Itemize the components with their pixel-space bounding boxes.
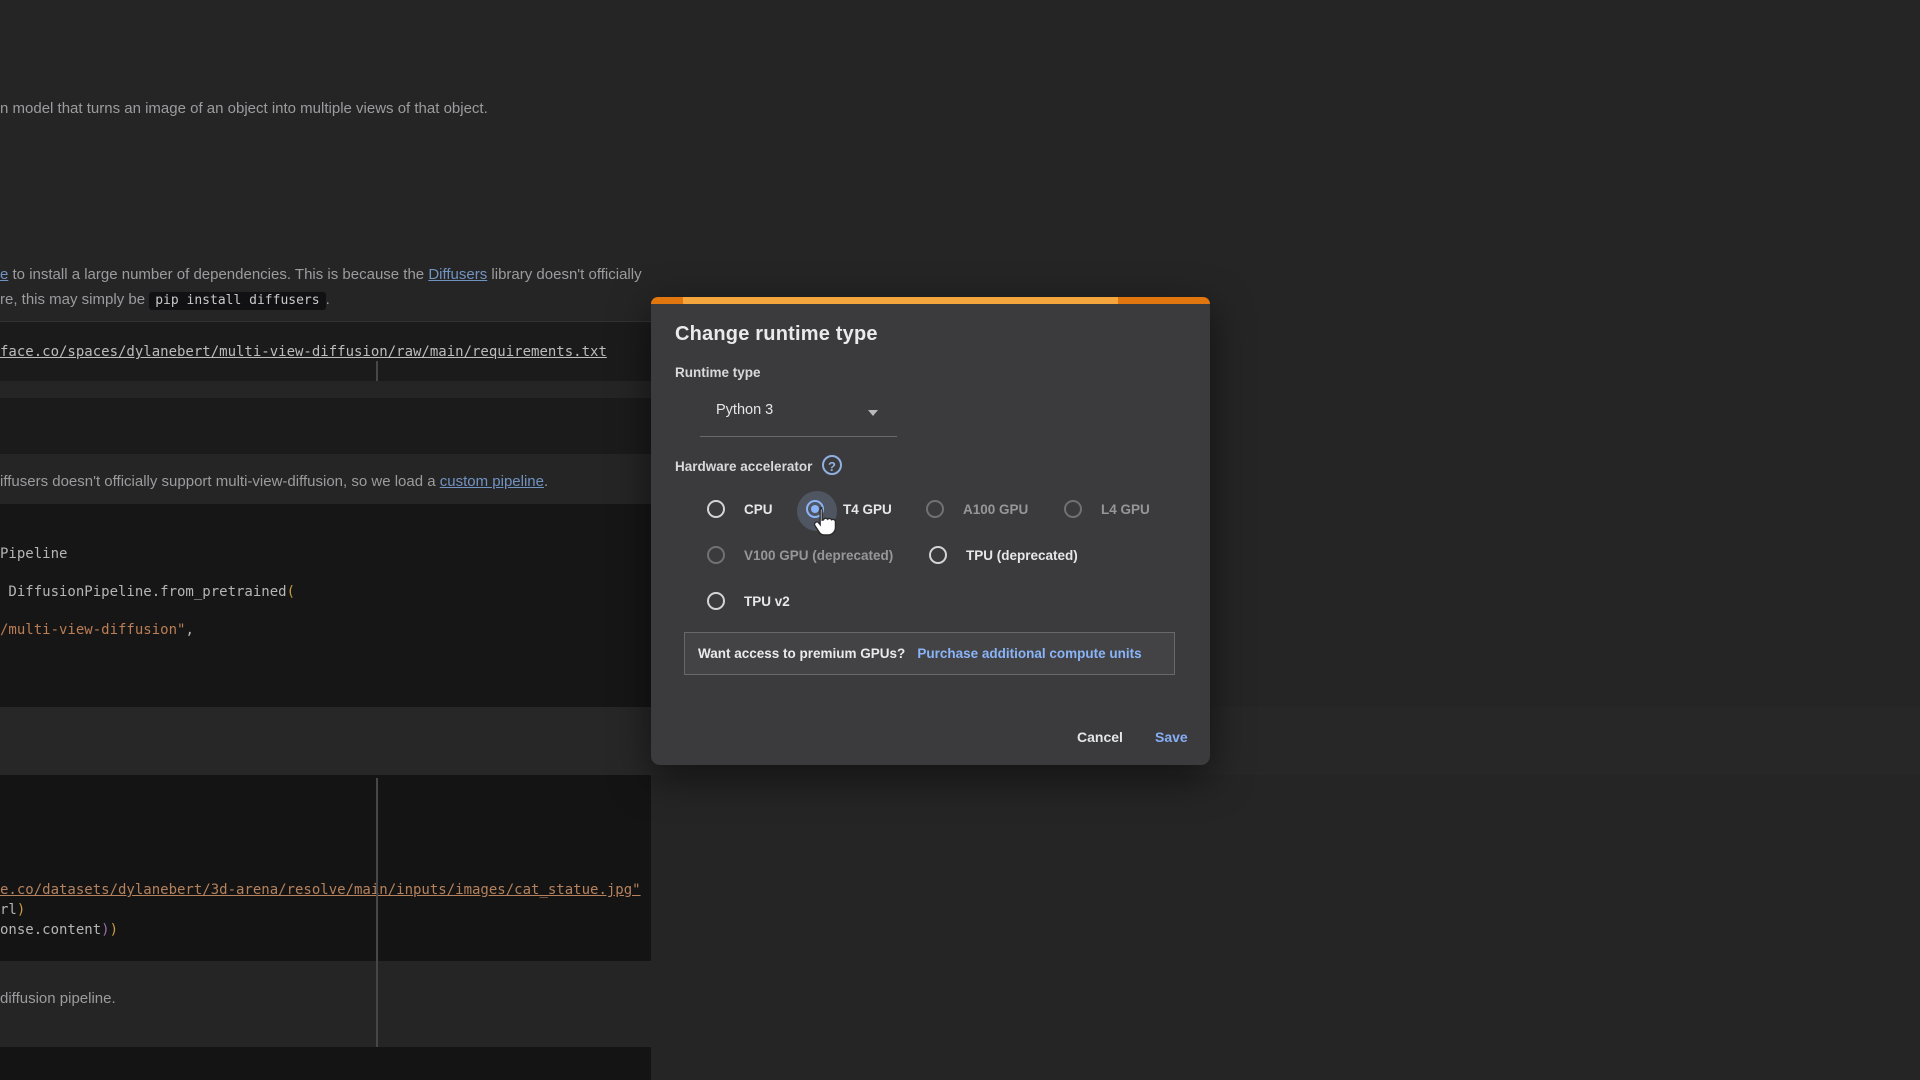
radio-option-tpu-v2[interactable]: TPU v2 bbox=[707, 581, 790, 621]
notebook-paragraph-line1: e to install a large number of dependenc… bbox=[0, 266, 642, 283]
radio-icon bbox=[1064, 500, 1082, 518]
radio-label: TPU (deprecated) bbox=[966, 548, 1078, 563]
radio-option-a100-gpu[interactable]: A100 GPU bbox=[926, 489, 1028, 529]
paragraph-text: . bbox=[544, 473, 548, 490]
help-icon[interactable]: ? bbox=[822, 455, 842, 475]
notebook-paragraph-line3: iffusers doesn't officially support mult… bbox=[0, 473, 548, 490]
runtime-type-select[interactable]: Python 3 bbox=[700, 389, 897, 437]
code-cell-empty bbox=[0, 398, 651, 454]
code-line: rl) bbox=[0, 902, 25, 918]
code-line: e.co/datasets/dylanebert/3d-arena/resolv… bbox=[0, 882, 641, 898]
inline-code-chip: pip install diffusers bbox=[149, 292, 325, 310]
premium-gpu-banner: Want access to premium GPUs? Purchase ad… bbox=[684, 632, 1175, 675]
code-paren: ) bbox=[110, 922, 118, 938]
dialog-progress-bar bbox=[651, 297, 1210, 304]
code-text: DiffusionPipeline.from_pretrained bbox=[0, 584, 287, 600]
radio-icon-selected bbox=[806, 500, 824, 518]
change-runtime-type-dialog: Change runtime type Runtime type Python … bbox=[651, 297, 1210, 765]
notebook-markdown-line: n model that turns an image of an object… bbox=[0, 100, 488, 117]
code-line: Pipeline bbox=[0, 546, 67, 562]
code-paren: ) bbox=[101, 922, 109, 938]
image-url-string[interactable]: e.co/datasets/dylanebert/3d-arena/resolv… bbox=[0, 882, 641, 898]
radio-option-cpu[interactable]: CPU bbox=[707, 489, 773, 529]
code-cell-partial bbox=[0, 1047, 651, 1080]
hardware-accelerator-label: Hardware accelerator bbox=[675, 459, 812, 474]
cancel-button[interactable]: Cancel bbox=[1069, 721, 1131, 753]
chevron-down-icon bbox=[868, 410, 878, 416]
paragraph-text: to install a large number of dependencie… bbox=[8, 266, 428, 283]
radio-option-v100-gpu[interactable]: V100 GPU (deprecated) bbox=[707, 535, 893, 575]
code-string: /multi-view-diffusion" bbox=[0, 622, 185, 638]
cell-divider-line bbox=[376, 778, 378, 1080]
radio-option-l4-gpu[interactable]: L4 GPU bbox=[1064, 489, 1150, 529]
cell-divider-line bbox=[376, 361, 378, 381]
paragraph-text: iffusers doesn't officially support mult… bbox=[0, 473, 440, 490]
radio-label: V100 GPU (deprecated) bbox=[744, 548, 893, 563]
code-text: , bbox=[185, 622, 193, 638]
progress-bar-segment bbox=[651, 297, 683, 304]
code-paren: ) bbox=[17, 902, 25, 918]
runtime-type-label: Runtime type bbox=[675, 365, 761, 380]
radio-icon bbox=[926, 500, 944, 518]
code-cell-pipeline bbox=[0, 504, 651, 707]
custom-pipeline-link[interactable]: custom pipeline bbox=[440, 473, 544, 490]
paragraph-text: . bbox=[326, 291, 330, 308]
radio-label: A100 GPU bbox=[963, 502, 1028, 517]
radio-icon bbox=[707, 546, 725, 564]
radio-label: TPU v2 bbox=[744, 594, 790, 609]
notebook-paragraph-line2: re, this may simply be pip install diffu… bbox=[0, 291, 330, 308]
radio-label: L4 GPU bbox=[1101, 502, 1150, 517]
paragraph-text: re, this may simply be bbox=[0, 291, 149, 308]
code-line: /multi-view-diffusion", bbox=[0, 622, 194, 638]
radio-option-t4-gpu[interactable]: T4 GPU bbox=[806, 489, 892, 529]
requirements-url: face.co/spaces/dylanebert/multi-view-dif… bbox=[0, 344, 607, 360]
radio-icon bbox=[929, 546, 947, 564]
diffusers-link[interactable]: Diffusers bbox=[428, 266, 487, 283]
progress-bar-segment bbox=[683, 297, 1118, 304]
radio-option-tpu-deprecated[interactable]: TPU (deprecated) bbox=[929, 535, 1078, 575]
purchase-compute-units-link[interactable]: Purchase additional compute units bbox=[917, 646, 1141, 661]
dimmed-notebook-background: n model that turns an image of an object… bbox=[0, 0, 1920, 1080]
code-paren: ( bbox=[287, 584, 295, 600]
dialog-title: Change runtime type bbox=[675, 323, 878, 346]
code-line: DiffusionPipeline.from_pretrained( bbox=[0, 584, 295, 600]
premium-question-text: Want access to premium GPUs? bbox=[698, 646, 905, 661]
radio-icon bbox=[707, 500, 725, 518]
notebook-markdown-line: diffusion pipeline. bbox=[0, 990, 116, 1007]
radio-label: T4 GPU bbox=[843, 502, 892, 517]
paragraph-text: library doesn't officially bbox=[487, 266, 641, 283]
code-line: onse.content)) bbox=[0, 922, 118, 938]
code-text: rl bbox=[0, 902, 17, 918]
radio-label: CPU bbox=[744, 502, 773, 517]
radio-focus-halo bbox=[797, 491, 837, 531]
requirements-url-link[interactable]: face.co/spaces/dylanebert/multi-view-dif… bbox=[0, 344, 607, 360]
runtime-type-value: Python 3 bbox=[716, 402, 773, 418]
radio-icon bbox=[707, 592, 725, 610]
progress-bar-segment bbox=[1118, 297, 1210, 304]
save-button[interactable]: Save bbox=[1147, 721, 1196, 753]
code-text: onse.content bbox=[0, 922, 101, 938]
